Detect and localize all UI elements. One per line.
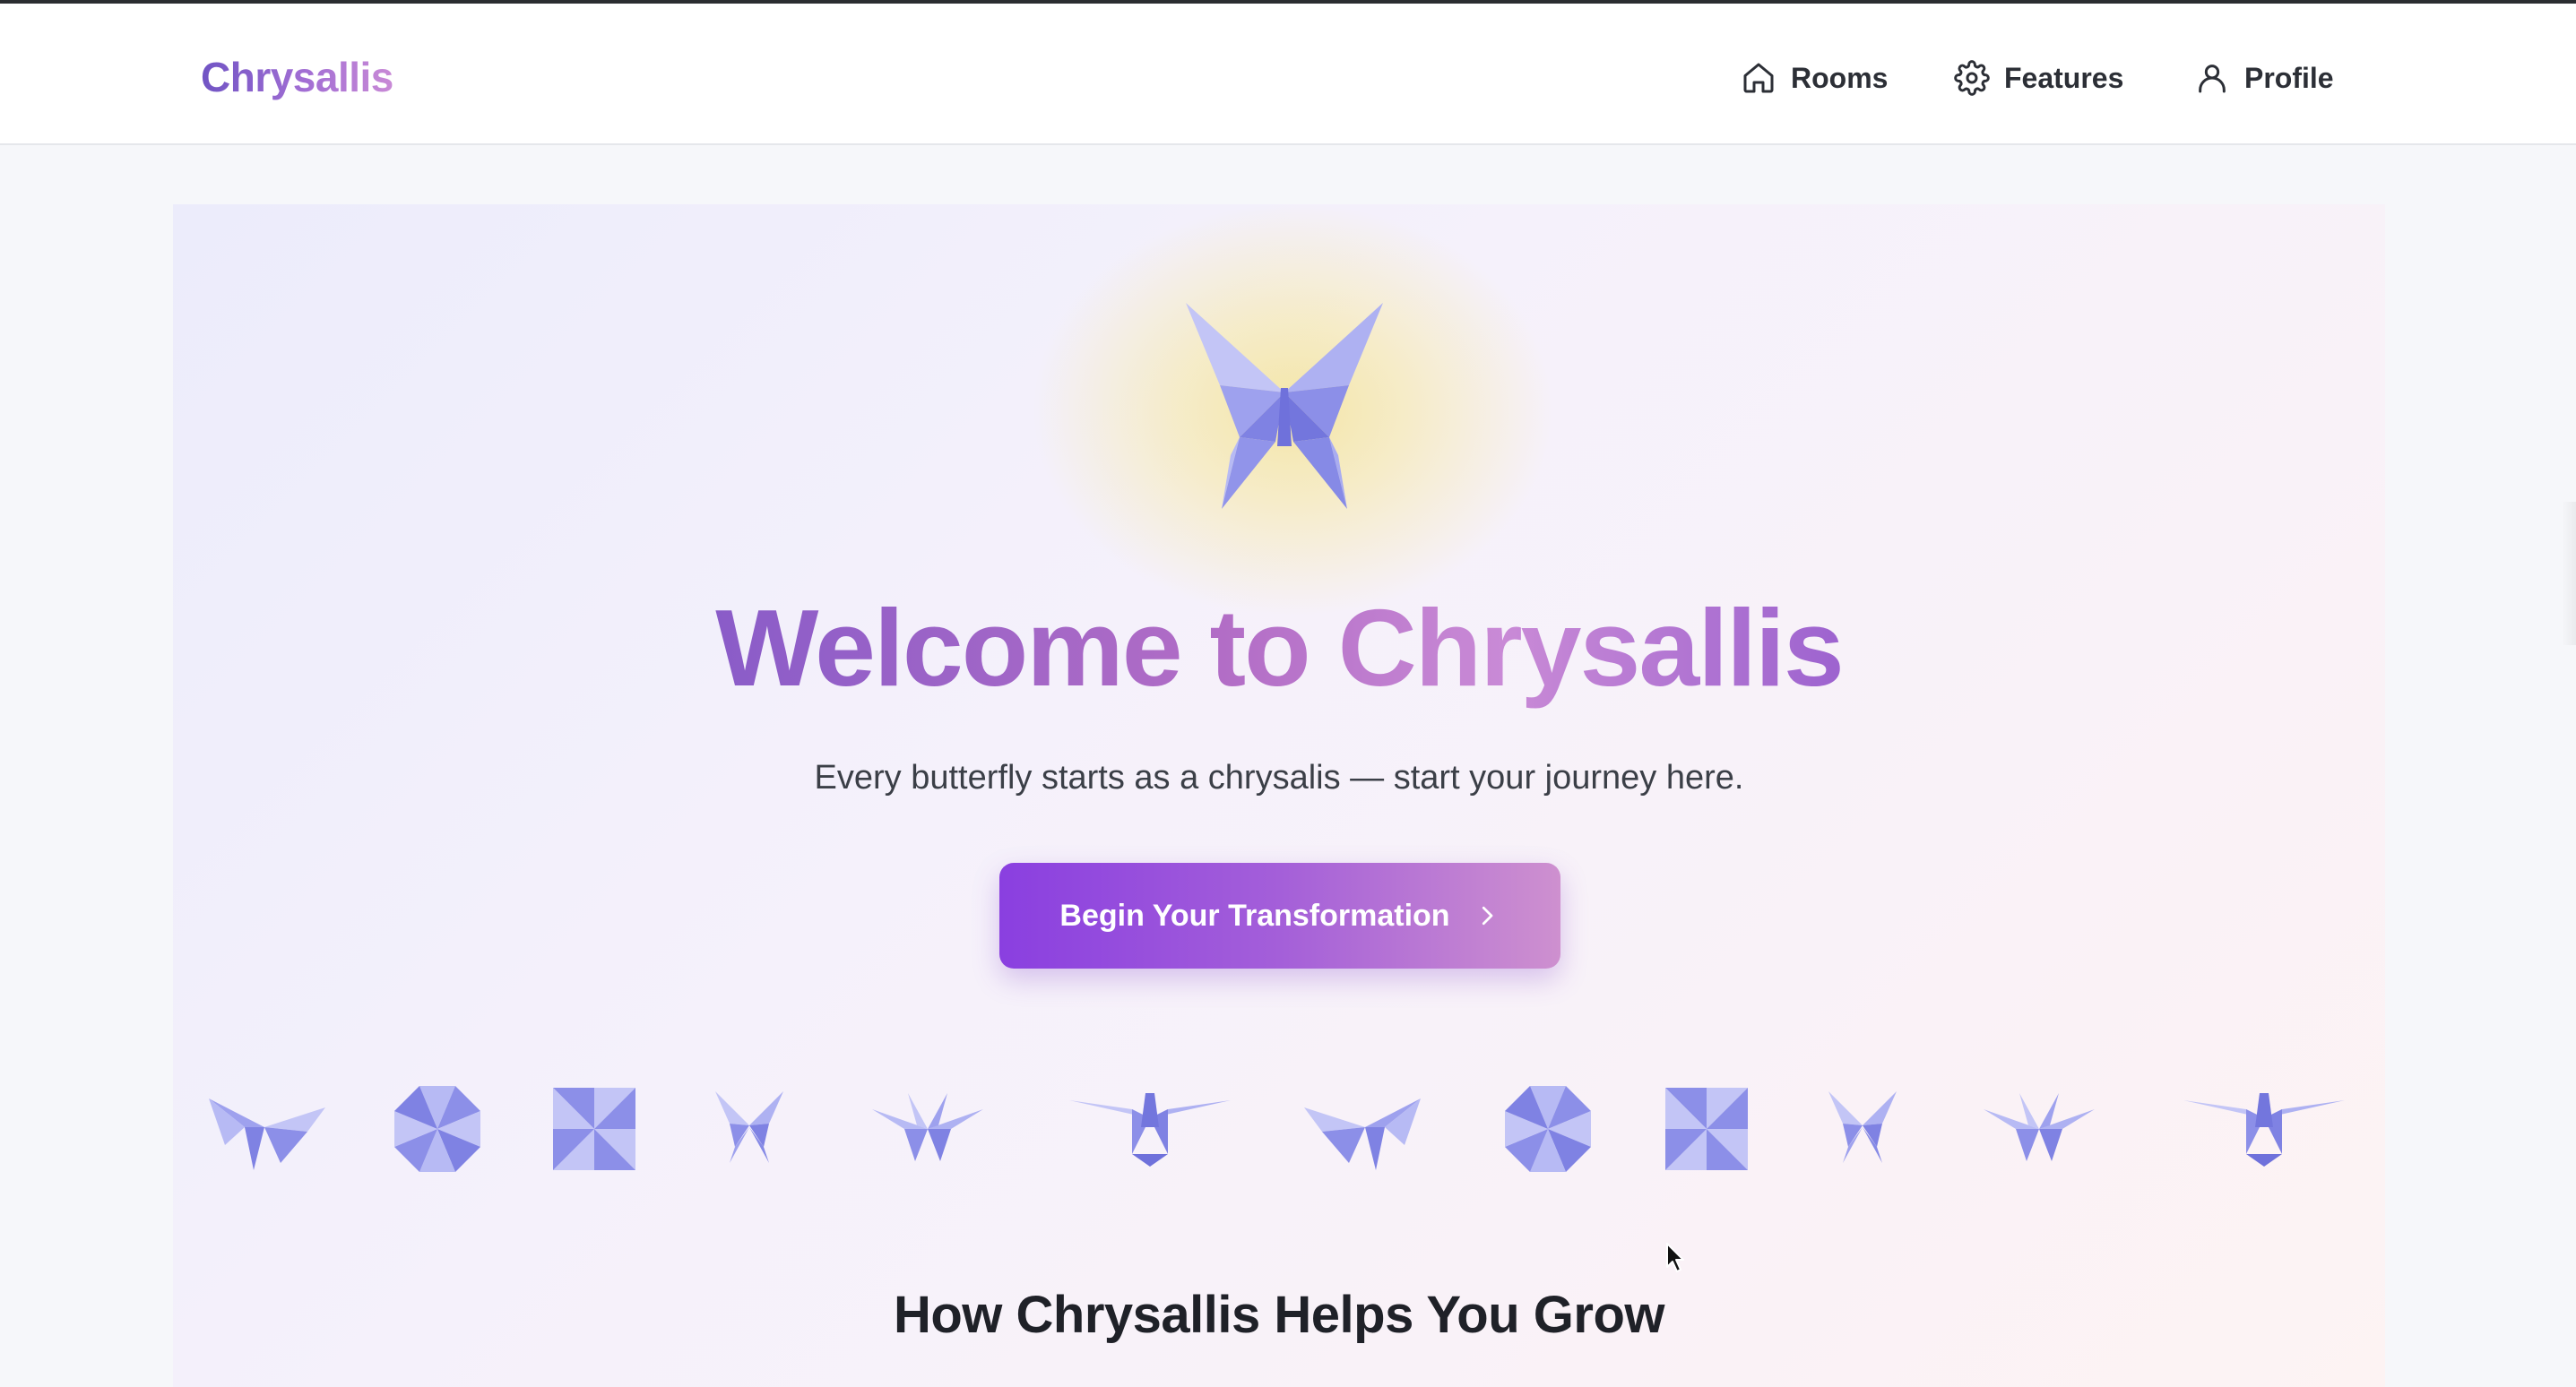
begin-transformation-button[interactable]: Begin Your Transformation: [999, 863, 1560, 969]
nav-features-label: Features: [2004, 61, 2124, 94]
gear-icon: [1954, 60, 1990, 96]
origami-butterfly-icon: [715, 1091, 783, 1163]
hero-subtitle: Every butterfly starts as a chrysalis — …: [814, 759, 1744, 797]
origami-bird-icon: [2183, 1093, 2345, 1167]
origami-butterfly-icon: [1304, 1098, 1421, 1170]
origami-bird-icon: [1069, 1093, 1231, 1167]
nav-rooms[interactable]: Rooms: [1741, 54, 1888, 102]
origami-square-icon: [553, 1088, 635, 1170]
brand-logo[interactable]: Chrysallis: [201, 48, 393, 106]
scroll-edge-shadow: [2562, 502, 2576, 645]
origami-butterfly-icon: [872, 1093, 983, 1161]
cta-label: Begin Your Transformation: [1059, 898, 1450, 933]
nav-profile-label: Profile: [2244, 61, 2334, 94]
hero-title: Welcome to Chrysallis: [715, 587, 1845, 709]
chevron-right-icon: [1482, 906, 1492, 926]
navbar: Chrysallis Rooms Features Profile: [0, 4, 2576, 145]
nav-features[interactable]: Features: [1954, 54, 2123, 102]
mouse-cursor-icon: [1666, 1243, 1684, 1272]
origami-butterfly-icon: [209, 1098, 325, 1170]
hero-section: Welcome to Chrysallis Every butterfly st…: [173, 204, 2385, 1387]
origami-butterfly-icon: [1186, 303, 1383, 509]
nav-profile[interactable]: Profile: [2194, 54, 2334, 102]
user-icon: [2199, 65, 2226, 93]
origami-square-icon: [1665, 1088, 1748, 1170]
origami-butterfly-icon: [1984, 1093, 2095, 1161]
section-heading: How Chrysallis Helps You Grow: [893, 1286, 1665, 1344]
home-icon: [1743, 63, 1774, 93]
origami-butterfly-icon: [1828, 1091, 1897, 1163]
nav-rooms-label: Rooms: [1791, 61, 1889, 94]
origami-octagon-icon: [1505, 1086, 1591, 1172]
origami-octagon-icon: [394, 1086, 480, 1172]
